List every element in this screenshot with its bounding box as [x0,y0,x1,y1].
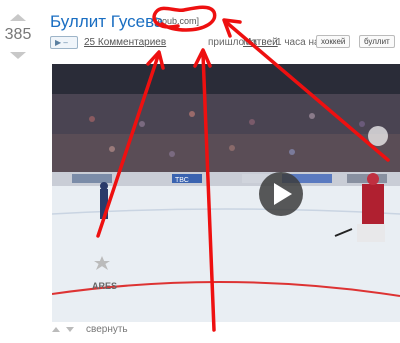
collapse-link[interactable]: свернуть [86,324,128,335]
channel-logo-text: ARES [92,281,117,291]
post-title-link[interactable]: Буллит Гусева [50,12,163,32]
post-domain[interactable]: [coub.com] [155,16,199,26]
video-player[interactable]: ТВС ARES [52,64,400,322]
video-type-badge[interactable]: ▶ – [50,36,78,49]
video-frame: ТВС ARES [52,64,400,322]
collapse-down-icon [66,327,74,332]
author-link[interactable]: Матвей [243,37,278,48]
play-button-icon[interactable] [259,172,303,216]
upvote-arrow-icon[interactable] [10,14,26,21]
comments-link[interactable]: 25 Комментариев [84,37,166,48]
collapse-up-icon [52,327,60,332]
downvote-arrow-icon[interactable] [10,52,26,59]
tag-hockey[interactable]: хоккей [316,35,351,48]
vote-widget: 385 [0,0,36,70]
tag-shootout[interactable]: буллит [359,35,395,48]
board-ad-text: ТВС [175,177,189,184]
post-meta: ▶ – 25 Комментариев пришло от Матвей 1 ч… [50,35,400,50]
vote-score: 385 [4,26,32,43]
